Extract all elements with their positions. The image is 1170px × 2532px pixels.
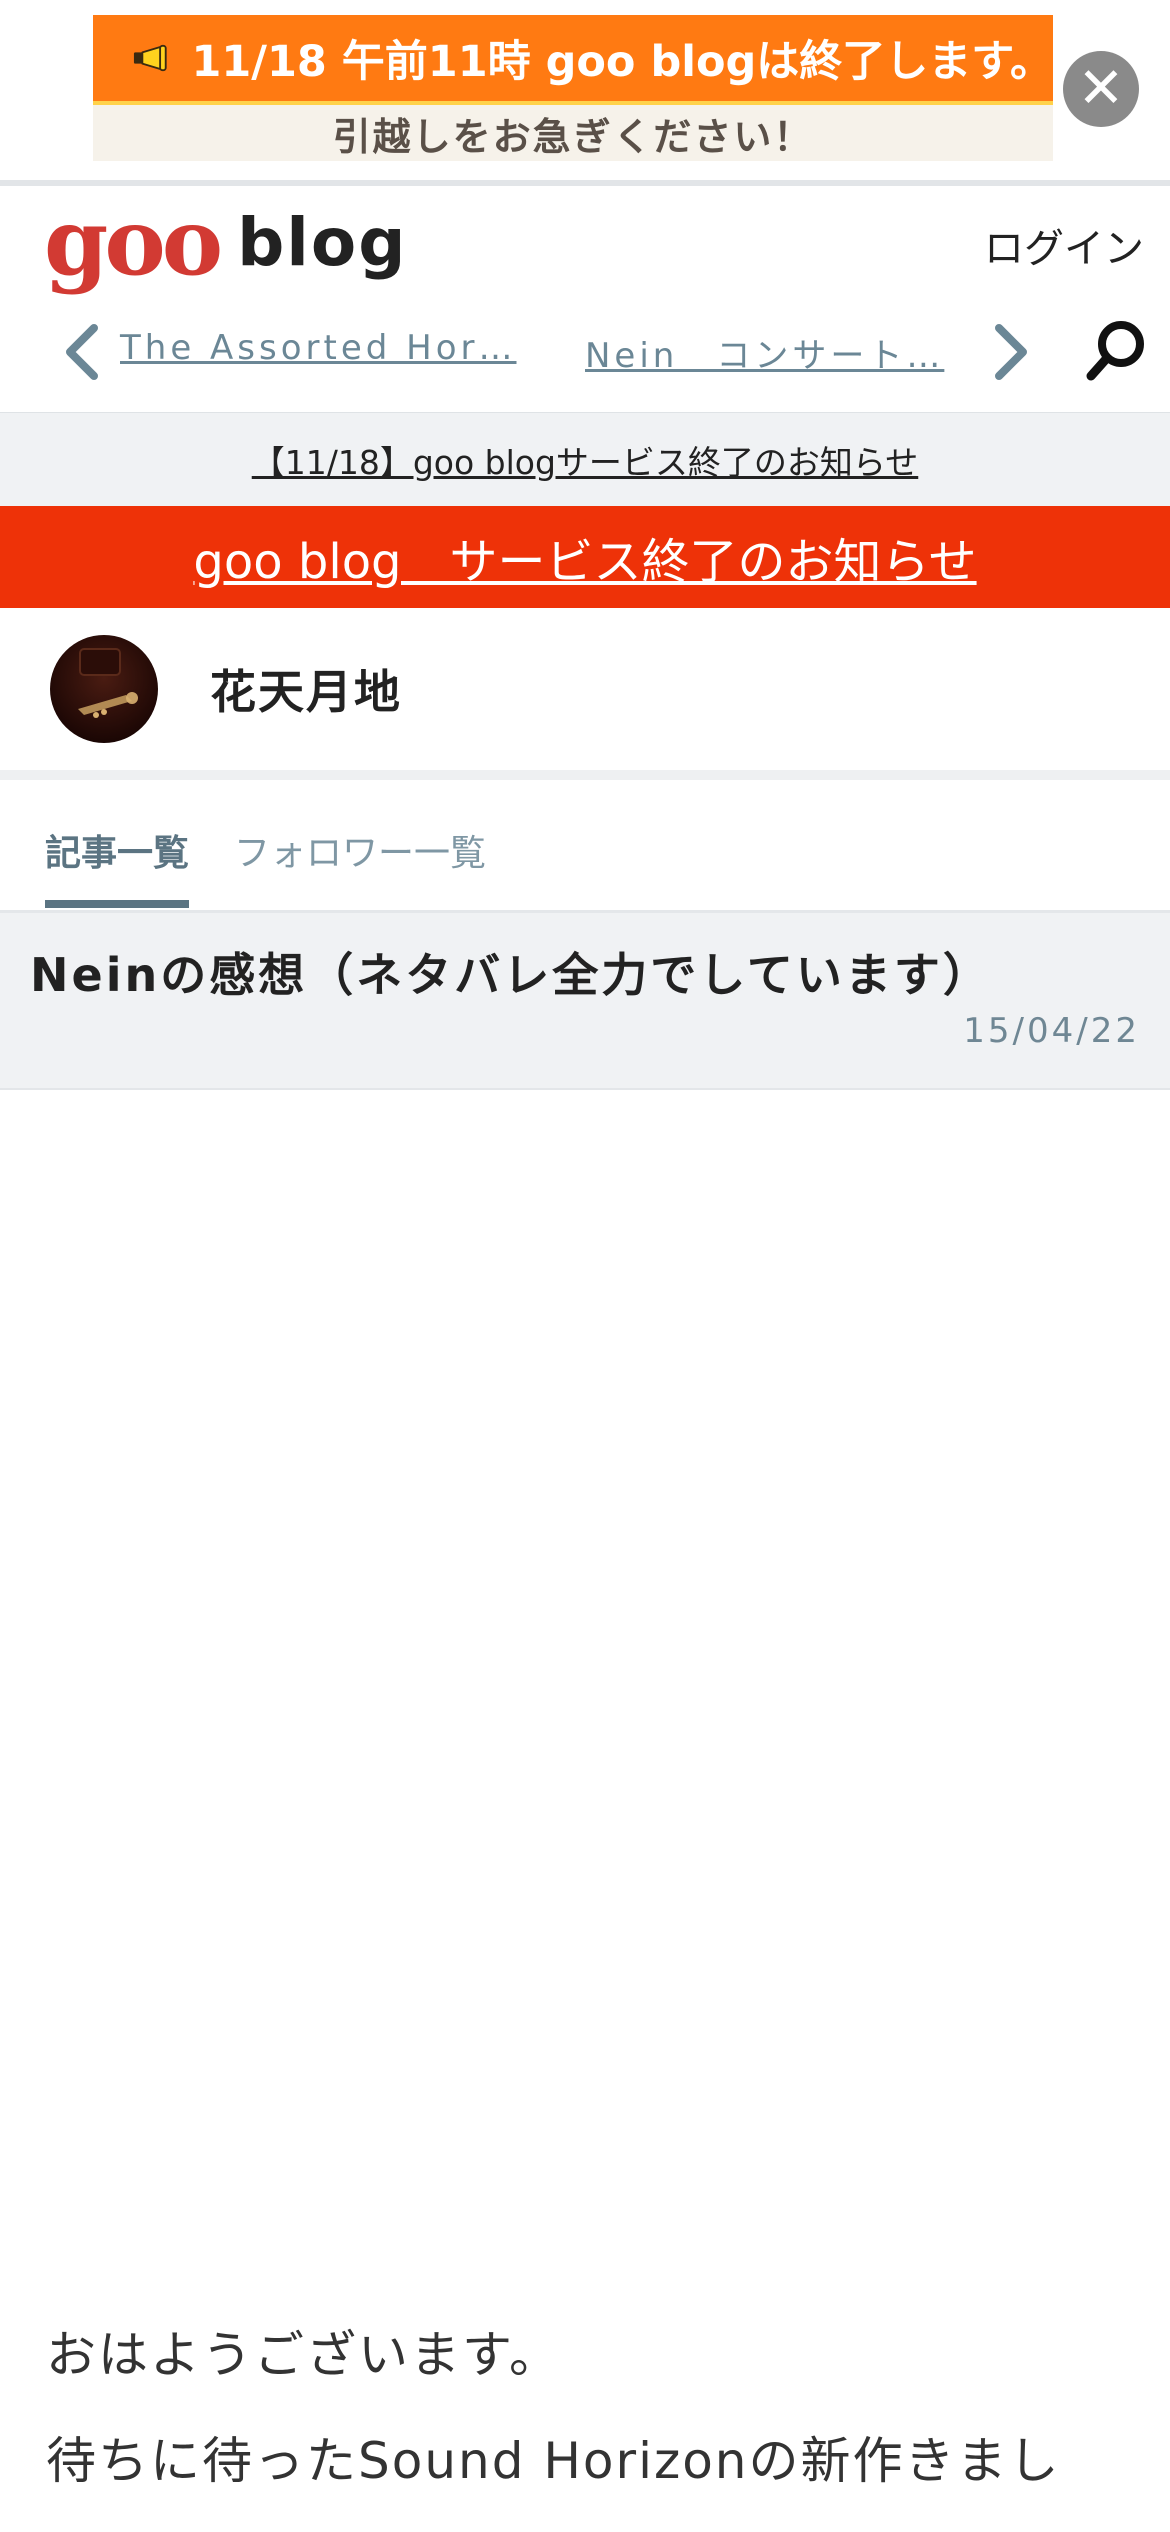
promo-banner[interactable]: 11/18 午前11時 goo blogは終了します。 引越しをお急ぎください！: [93, 15, 1053, 165]
avatar-image: [50, 635, 158, 743]
article-nav: The Assorted Hor… Nein コンサート…: [0, 308, 1170, 404]
chevron-right-icon[interactable]: [985, 322, 1035, 382]
promo-banner-area: 11/18 午前11時 goo blogは終了します。 引越しをお急ぎください！…: [0, 0, 1170, 180]
profile-tabs: 記事一覧 フォロワー一覧: [0, 790, 1170, 913]
promo-subline-bar: 引越しをお急ぎください！: [93, 105, 1053, 161]
article-paragraph: 待ちに待ったSound Horizonの新作きまし: [46, 2432, 1061, 2490]
site-header: goo blog ログイン The Assorted Hor… Nein コンサ…: [0, 186, 1170, 408]
megaphone-icon: [133, 44, 167, 72]
promo-headline: 11/18 午前11時 goo blogは終了します。: [191, 37, 1053, 87]
avatar[interactable]: [50, 635, 158, 743]
logo-goo-text: goo: [44, 188, 223, 296]
goo-blog-logo[interactable]: goo blog: [44, 196, 408, 288]
promo-headline-bar: 11/18 午前11時 goo blogは終了します。: [93, 15, 1053, 105]
next-article-link[interactable]: Nein コンサート…: [585, 328, 944, 377]
article-date: 15/04/22: [963, 1011, 1140, 1051]
article-title: Neinの感想（ネタバレ全力でしています）: [30, 948, 992, 1002]
tab-articles[interactable]: 記事一覧: [45, 824, 189, 876]
service-end-notice-bar: 【11/18】goo blogサービス終了のお知らせ: [0, 412, 1170, 507]
close-banner-button[interactable]: ✕: [1063, 51, 1139, 127]
search-icon[interactable]: [1085, 318, 1147, 382]
service-end-red-banner: goo blog サービス終了のお知らせ: [0, 506, 1170, 608]
logo-blog-text: blog: [237, 203, 408, 281]
active-tab-indicator: [45, 900, 189, 908]
service-end-red-link[interactable]: goo blog サービス終了のお知らせ: [193, 522, 976, 592]
login-link[interactable]: ログイン: [984, 216, 1144, 274]
article-paragraph: おはようございます。: [46, 2326, 561, 2384]
article-header: Neinの感想（ネタバレ全力でしています） 15/04/22: [0, 913, 1170, 1090]
chevron-left-icon[interactable]: [58, 322, 108, 382]
blog-profile: 花天月地: [0, 608, 1170, 780]
blog-title[interactable]: 花天月地: [210, 656, 402, 722]
service-end-notice-link[interactable]: 【11/18】goo blogサービス終了のお知らせ: [252, 436, 919, 484]
tab-followers[interactable]: フォロワー一覧: [234, 824, 486, 876]
close-icon: ✕: [1077, 56, 1125, 121]
prev-article-link[interactable]: The Assorted Hor…: [120, 328, 517, 368]
article-body: おはようございます。 待ちに待ったSound Horizonの新作きまし: [46, 2320, 1156, 2532]
promo-subline: 引越しをお急ぎください！: [332, 114, 814, 159]
